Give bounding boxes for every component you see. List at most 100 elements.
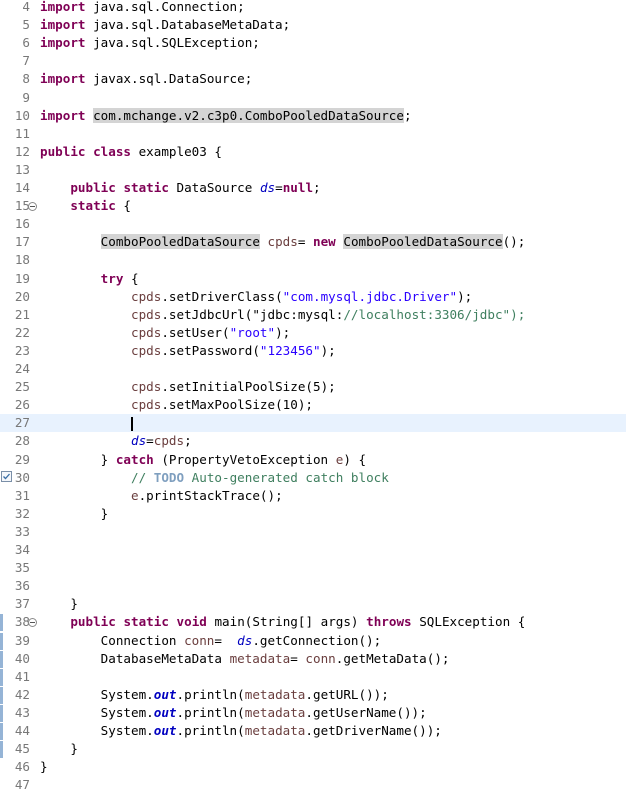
code-text[interactable]: Connection conn= ds.getConnection(); <box>40 632 382 650</box>
change-marker <box>0 668 3 686</box>
code-text[interactable]: static { <box>40 197 131 215</box>
line-number: 46 <box>14 759 30 775</box>
code-text[interactable]: import com.mchange.v2.c3p0.ComboPooledDa… <box>40 107 412 125</box>
line-number: 43 <box>14 704 30 720</box>
code-line[interactable]: 6 import java.sql.SQLException; <box>0 34 626 52</box>
code-text[interactable]: cpds.setMaxPoolSize(10); <box>40 396 313 414</box>
code-line[interactable]: 14 public static DataSource ds=null; <box>0 179 626 197</box>
code-line[interactable]: 27 <box>0 414 626 433</box>
code-text[interactable] <box>40 414 133 432</box>
code-line[interactable]: 10 import com.mchange.v2.c3p0.ComboPooled… <box>0 107 626 125</box>
code-text[interactable]: } <box>40 505 109 523</box>
code-text[interactable]: } <box>40 740 78 758</box>
code-line[interactable]: 45 } <box>0 740 626 759</box>
code-line[interactable]: 29 } catch (PropertyVetoException e) { <box>0 451 626 469</box>
code-line[interactable]: 13 <box>0 161 626 179</box>
text-caret <box>131 416 133 431</box>
code-line[interactable]: 11 <box>0 125 626 143</box>
line-number: 10 <box>14 107 30 123</box>
code-line[interactable]: 42 System.out.println(metadata.getURL())… <box>0 686 626 704</box>
line-number: 42 <box>14 686 30 702</box>
code-text[interactable]: ComboPooledDataSource cpds= new ComboPoo… <box>40 233 525 251</box>
code-text[interactable]: cpds.setDriverClass("com.mysql.jdbc.Driv… <box>40 288 472 306</box>
code-text[interactable]: cpds.setUser("root"); <box>40 324 290 342</box>
code-line[interactable]: 4 import java.sql.Connection; <box>0 0 626 16</box>
code-text[interactable]: System.out.println(metadata.getURL()); <box>40 686 389 704</box>
line-number: 27 <box>14 415 30 431</box>
code-line[interactable]: 15 static { <box>0 197 626 215</box>
line-number: 36 <box>14 578 30 594</box>
line-number: 6 <box>22 35 30 51</box>
code-line[interactable]: 30 // TODO Auto-generated catch block <box>0 469 626 487</box>
code-line[interactable]: 9 <box>0 89 626 107</box>
line-number: 13 <box>14 161 30 177</box>
code-line[interactable]: 22 cpds.setUser("root"); <box>0 324 626 342</box>
code-line[interactable]: 38 public static void main(String[] args… <box>0 613 626 632</box>
code-text[interactable]: import javax.sql.DataSource; <box>40 70 252 88</box>
code-text[interactable]: import java.sql.DatabaseMetaData; <box>40 16 290 34</box>
code-text[interactable]: } <box>40 758 48 776</box>
code-text[interactable]: ds=cpds; <box>40 432 192 450</box>
code-line[interactable]: 18 <box>0 251 626 269</box>
code-text[interactable]: } catch (PropertyVetoException e) { <box>40 451 366 469</box>
code-line[interactable]: 46} <box>0 758 626 776</box>
code-line[interactable]: 32 } <box>0 505 626 523</box>
code-line[interactable]: 35 <box>0 559 626 577</box>
code-text[interactable]: DatabaseMetaData metadata= conn.getMetaD… <box>40 650 450 668</box>
code-line[interactable]: 17 ComboPooledDataSource cpds= new Combo… <box>0 233 626 251</box>
code-line[interactable]: 37 } <box>0 595 626 613</box>
code-line[interactable]: 41 <box>0 668 626 686</box>
code-line[interactable]: 25 cpds.setInitialPoolSize(5); <box>0 378 626 396</box>
code-line[interactable]: 23 cpds.setPassword("123456"); <box>0 342 626 360</box>
code-line[interactable]: 43 System.out.println(metadata.getUserNa… <box>0 704 626 722</box>
change-marker <box>0 614 3 632</box>
code-text[interactable]: import java.sql.Connection; <box>40 0 245 16</box>
code-text[interactable]: } <box>40 595 78 613</box>
code-line[interactable]: 20 cpds.setDriverClass("com.mysql.jdbc.D… <box>0 288 626 306</box>
change-marker <box>0 704 3 722</box>
line-number: 14 <box>14 180 30 195</box>
code-text[interactable]: public static void main(String[] args) t… <box>40 613 525 631</box>
code-line[interactable]: 28 ds=cpds; <box>0 432 626 450</box>
code-text[interactable]: import java.sql.SQLException; <box>40 34 260 52</box>
task-warning-icon[interactable] <box>1 470 12 482</box>
line-number: 26 <box>14 397 30 413</box>
code-text[interactable]: System.out.println(metadata.getDriverNam… <box>40 722 442 740</box>
code-text[interactable]: e.printStackTrace(); <box>40 487 283 505</box>
code-text[interactable]: cpds.setJdbcUrl("jdbc:mysql://localhost:… <box>40 306 525 324</box>
code-line[interactable]: 5 import java.sql.DatabaseMetaData; <box>0 16 626 34</box>
code-line[interactable]: 33 <box>0 523 626 541</box>
code-text[interactable]: cpds.setPassword("123456"); <box>40 342 336 360</box>
line-number: 45 <box>14 741 30 757</box>
code-line[interactable]: 34 <box>0 541 626 559</box>
code-line[interactable]: 21 cpds.setJdbcUrl("jdbc:mysql://localho… <box>0 306 626 324</box>
code-line[interactable]: 36 <box>0 577 626 595</box>
code-line[interactable]: 12 public class example03 { <box>0 143 626 161</box>
code-text[interactable]: public static DataSource ds=null; <box>40 179 320 197</box>
line-number: 19 <box>14 270 30 286</box>
code-text[interactable]: try { <box>40 270 139 288</box>
code-line[interactable]: 7 <box>0 52 626 70</box>
change-marker <box>0 650 3 668</box>
code-text[interactable]: cpds.setInitialPoolSize(5); <box>40 378 336 396</box>
fold-toggle-icon[interactable] <box>28 618 37 628</box>
code-line[interactable]: 8 import javax.sql.DataSource; <box>0 70 626 88</box>
code-text[interactable]: public class example03 { <box>40 143 222 161</box>
code-line[interactable]: 16 <box>0 215 626 233</box>
code-line[interactable]: 31 e.printStackTrace(); <box>0 487 626 505</box>
code-line[interactable]: 26 cpds.setMaxPoolSize(10); <box>0 396 626 414</box>
code-line[interactable]: 44 System.out.println(metadata.getDriver… <box>0 722 626 740</box>
line-number: 24 <box>14 361 30 376</box>
line-number: 37 <box>14 596 30 612</box>
line-number: 38 <box>14 614 30 630</box>
code-line[interactable]: 19 try { <box>0 270 626 288</box>
code-line[interactable]: 39 Connection conn= ds.getConnection(); <box>0 632 626 650</box>
line-number: 41 <box>14 668 30 684</box>
line-number: 35 <box>14 560 30 576</box>
code-text[interactable]: // TODO Auto-generated catch block <box>40 469 389 487</box>
code-editor[interactable]: 4 import java.sql.Connection; 5 import java… <box>0 0 626 792</box>
code-line[interactable]: 24 <box>0 360 626 378</box>
fold-toggle-icon[interactable] <box>28 202 37 212</box>
code-text[interactable]: System.out.println(metadata.getUserName(… <box>40 704 427 722</box>
code-line[interactable]: 40 DatabaseMetaData metadata= conn.getMe… <box>0 650 626 668</box>
